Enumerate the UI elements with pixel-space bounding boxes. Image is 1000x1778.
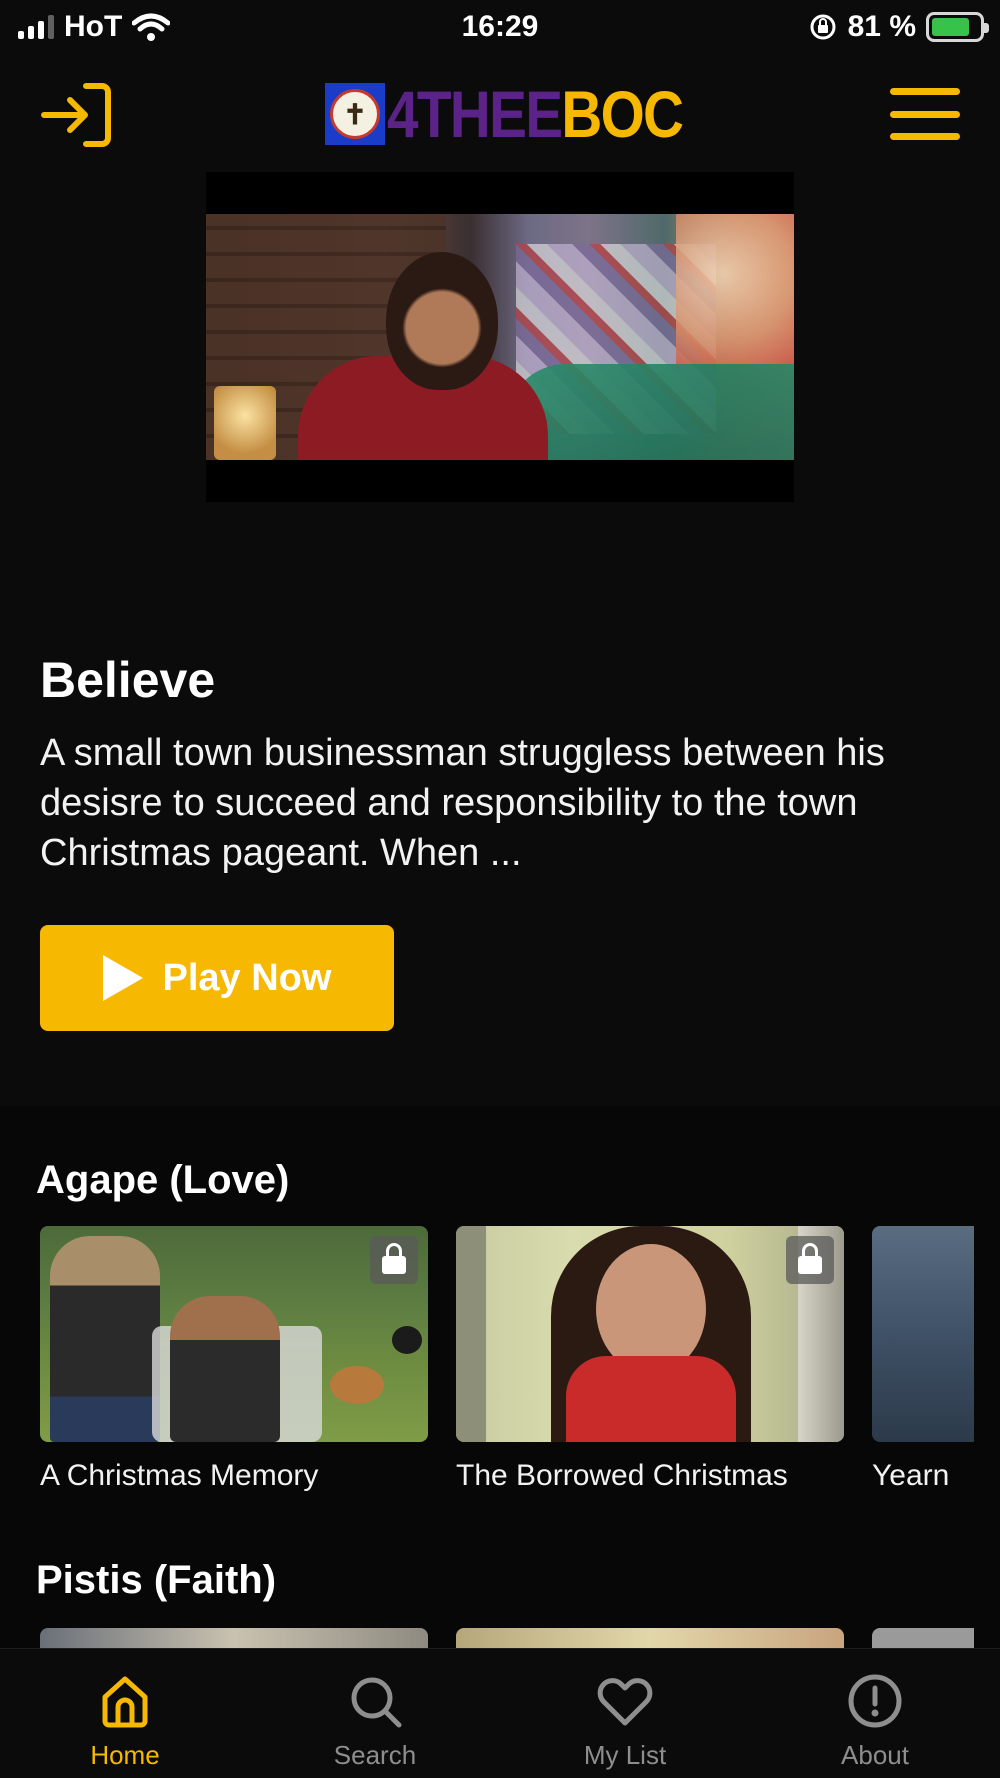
nav-label: Home <box>90 1740 160 1770</box>
logo-wordmark-part2: BOC <box>561 77 684 151</box>
nav-label: About <box>841 1740 909 1770</box>
hero-thumbnail <box>206 214 794 460</box>
row-title-pistis: Pistis (Faith) <box>36 1558 277 1602</box>
tile-a-christmas-memory[interactable]: A Christmas Memory <box>40 1226 428 1496</box>
play-now-button[interactable]: Play Now <box>40 925 394 1031</box>
church-seal-logo: ✝ <box>325 83 385 145</box>
tile-pistis-2[interactable] <box>456 1628 844 1648</box>
heart-icon <box>597 1678 653 1726</box>
nav-about[interactable]: About <box>750 1649 1000 1778</box>
tile-title: A Christmas Memory <box>40 1459 319 1492</box>
logo-wordmark: 4THEEBOC <box>387 81 684 147</box>
tile-title: The Borrowed Christmas <box>456 1459 788 1492</box>
app-header: ✝ 4THEEBOC <box>0 70 1000 160</box>
tile-thumbnail <box>872 1226 974 1442</box>
nav-label: My List <box>583 1740 667 1770</box>
hero-video-frame[interactable] <box>206 172 794 502</box>
login-button[interactable] <box>40 80 116 150</box>
tile-thumbnail <box>872 1628 974 1648</box>
battery-icon <box>926 12 989 42</box>
row-agape-tiles[interactable]: A Christmas Memory The Borrowed Christma… <box>40 1226 974 1496</box>
nav-my-list[interactable]: My List <box>500 1649 750 1778</box>
search-icon <box>351 1677 402 1728</box>
hamburger-menu-icon[interactable] <box>890 88 960 140</box>
status-bar: HoT 16:29 81 % <box>0 0 1000 56</box>
featured-description: A small town businessman struggless betw… <box>40 732 885 874</box>
status-right: 81 % <box>808 10 989 44</box>
lock-icon <box>786 1236 834 1284</box>
play-now-label: Play Now <box>162 956 332 999</box>
tile-thumbnail <box>40 1226 428 1442</box>
lock-icon <box>370 1236 418 1284</box>
info-icon <box>848 1674 902 1728</box>
content-rows: Agape (Love) A Christmas Memory The Borr… <box>0 1106 1000 1648</box>
tile-thumbnail <box>456 1628 844 1648</box>
tile-thumbnail <box>456 1226 844 1442</box>
tile-pistis-3[interactable] <box>872 1628 974 1648</box>
tile-pistis-1[interactable] <box>40 1628 428 1648</box>
home-icon <box>102 1676 148 1728</box>
rotation-lock-icon <box>810 14 836 40</box>
tile-the-borrowed-christmas[interactable]: The Borrowed Christmas <box>456 1226 844 1496</box>
nav-label: Search <box>333 1740 417 1770</box>
row-pistis-tiles[interactable] <box>40 1628 974 1648</box>
login-icon <box>41 83 111 147</box>
battery-percent: 81 % <box>847 10 916 43</box>
nav-home[interactable]: Home <box>0 1649 250 1778</box>
featured-title: Believe <box>40 652 216 708</box>
tile-thumbnail <box>40 1628 428 1648</box>
nav-search[interactable]: Search <box>250 1649 500 1778</box>
battery-level-fill <box>932 18 970 36</box>
bottom-nav: Home Search My List About <box>0 1648 1000 1778</box>
tile-yearn[interactable]: Yearn <box>872 1226 974 1496</box>
row-title-agape: Agape (Love) <box>36 1158 290 1202</box>
play-icon <box>102 955 143 1001</box>
logo-wordmark-part1: 4THEE <box>387 77 563 151</box>
tile-title: Yearn <box>872 1459 950 1492</box>
app-logo[interactable]: ✝ 4THEEBOC <box>325 81 730 147</box>
